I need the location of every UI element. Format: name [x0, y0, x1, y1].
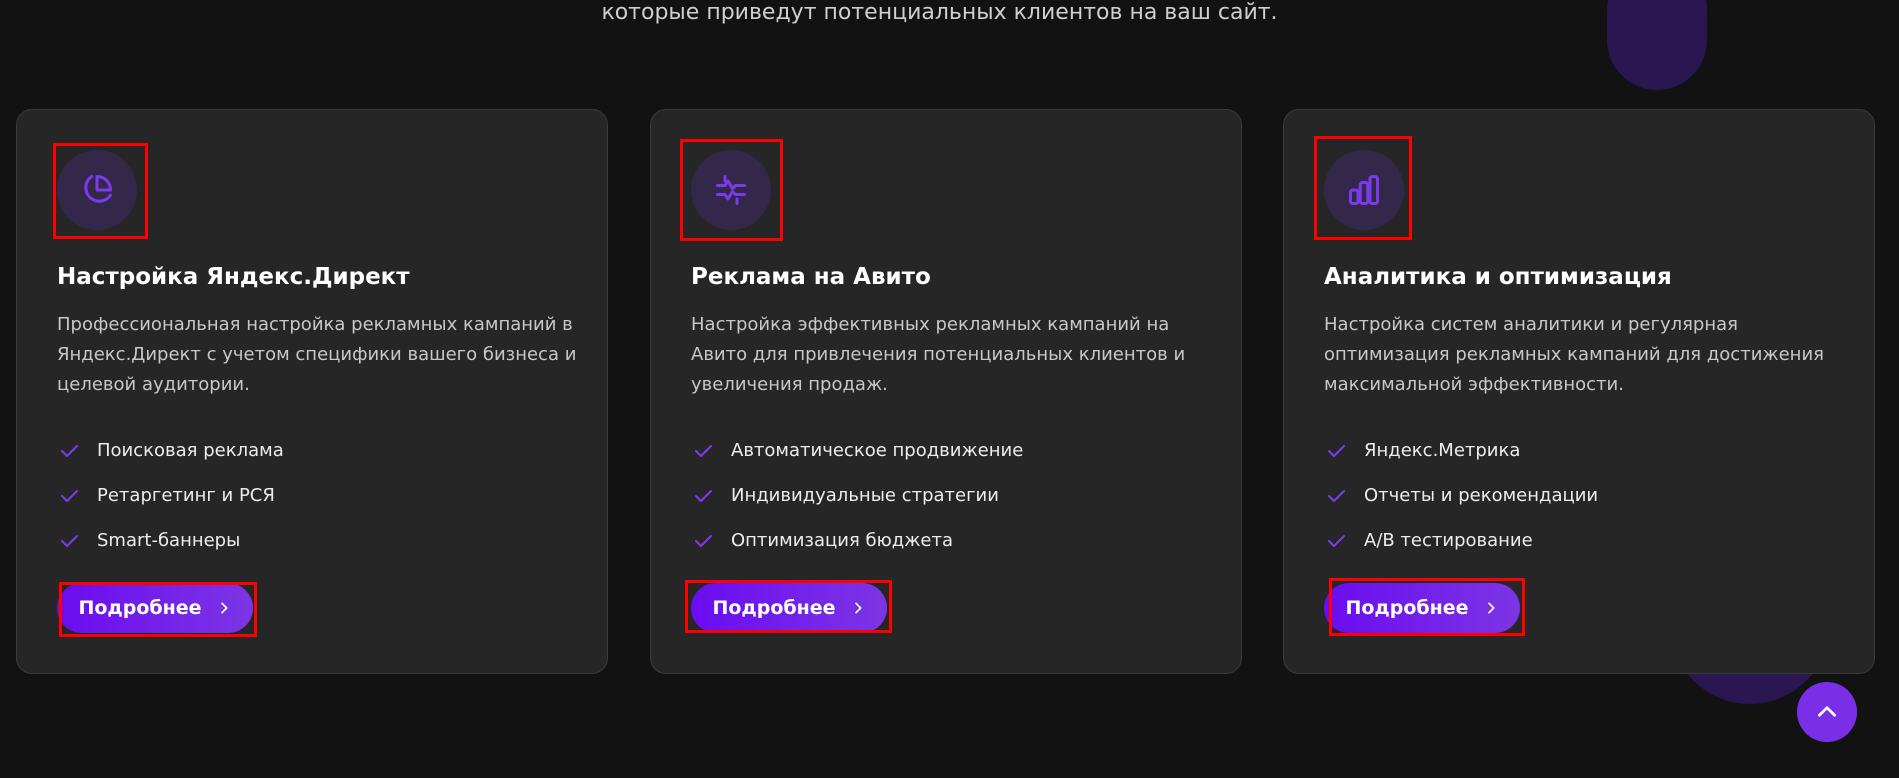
more-button[interactable]: Подробнее — [691, 583, 887, 633]
check-icon — [61, 444, 78, 457]
list-item: Отчеты и рекомендации — [1324, 473, 1598, 518]
more-button[interactable]: Подробнее — [1324, 583, 1520, 633]
list-item: A/B тестирование — [1324, 518, 1598, 563]
feature-label: Smart-баннеры — [97, 530, 241, 551]
check-icon — [695, 534, 712, 547]
pie-chart-icon — [57, 150, 137, 230]
feature-label: Индивидуальные стратегии — [731, 485, 999, 506]
feature-label: A/B тестирование — [1364, 530, 1533, 551]
chevron-right-icon — [854, 602, 862, 614]
chevron-right-icon — [1487, 602, 1495, 614]
check-icon — [1328, 534, 1345, 547]
chevron-right-icon — [220, 602, 228, 614]
chevron-up-icon — [1818, 706, 1836, 717]
card-description: Настройка систем аналитики и регулярная … — [1324, 314, 1824, 395]
more-button-label: Подробнее — [78, 597, 202, 619]
check-icon — [695, 489, 712, 502]
card-title: Реклама на Авито — [691, 264, 931, 290]
feature-label: Ретаргетинг и РСЯ — [97, 485, 275, 506]
feature-list: Яндекс.Метрика Отчеты и рекомендации A/B… — [1324, 428, 1598, 563]
service-card-analytics: Аналитика и оптимизация Настройка систем… — [1283, 109, 1875, 674]
card-title: Аналитика и оптимизация — [1324, 264, 1672, 290]
feature-label: Поисковая реклама — [97, 440, 284, 461]
more-button-label: Подробнее — [1345, 597, 1469, 619]
list-item: Автоматическое продвижение — [691, 428, 1023, 473]
service-card-avito: Реклама на Авито Настройка эффективных р… — [650, 109, 1242, 674]
check-icon — [61, 534, 78, 547]
arrows-collapse-icon — [691, 150, 771, 230]
list-item: Ретаргетинг и РСЯ — [57, 473, 284, 518]
more-button-label: Подробнее — [712, 597, 836, 619]
card-title: Настройка Яндекс.Директ — [57, 264, 410, 290]
feature-label: Яндекс.Метрика — [1364, 440, 1521, 461]
card-description: Профессиональная настройка рекламных кам… — [57, 314, 577, 395]
section-subtitle: которые приведут потенциальных клиентов … — [601, 0, 1278, 25]
bar-chart-icon — [1324, 150, 1404, 230]
feature-label: Оптимизация бюджета — [731, 530, 954, 551]
list-item: Поисковая реклама — [57, 428, 284, 473]
check-icon — [1328, 489, 1345, 502]
feature-list: Поисковая реклама Ретаргетинг и РСЯ Smar… — [57, 428, 284, 563]
list-item: Оптимизация бюджета — [691, 518, 1023, 563]
card-description: Настройка эффективных рекламных кампаний… — [691, 314, 1186, 395]
check-icon — [1328, 444, 1345, 457]
check-icon — [61, 489, 78, 502]
check-icon — [695, 444, 712, 457]
list-item: Smart-баннеры — [57, 518, 284, 563]
decorative-circle — [1607, 0, 1707, 90]
feature-label: Автоматическое продвижение — [731, 440, 1024, 461]
list-item: Индивидуальные стратегии — [691, 473, 1023, 518]
scroll-to-top-button[interactable] — [1797, 682, 1857, 742]
feature-list: Автоматическое продвижение Индивидуальны… — [691, 428, 1023, 563]
more-button[interactable]: Подробнее — [57, 583, 253, 633]
service-card-yandex-direct: Настройка Яндекс.Директ Профессиональная… — [16, 109, 608, 674]
list-item: Яндекс.Метрика — [1324, 428, 1598, 473]
feature-label: Отчеты и рекомендации — [1364, 485, 1599, 506]
